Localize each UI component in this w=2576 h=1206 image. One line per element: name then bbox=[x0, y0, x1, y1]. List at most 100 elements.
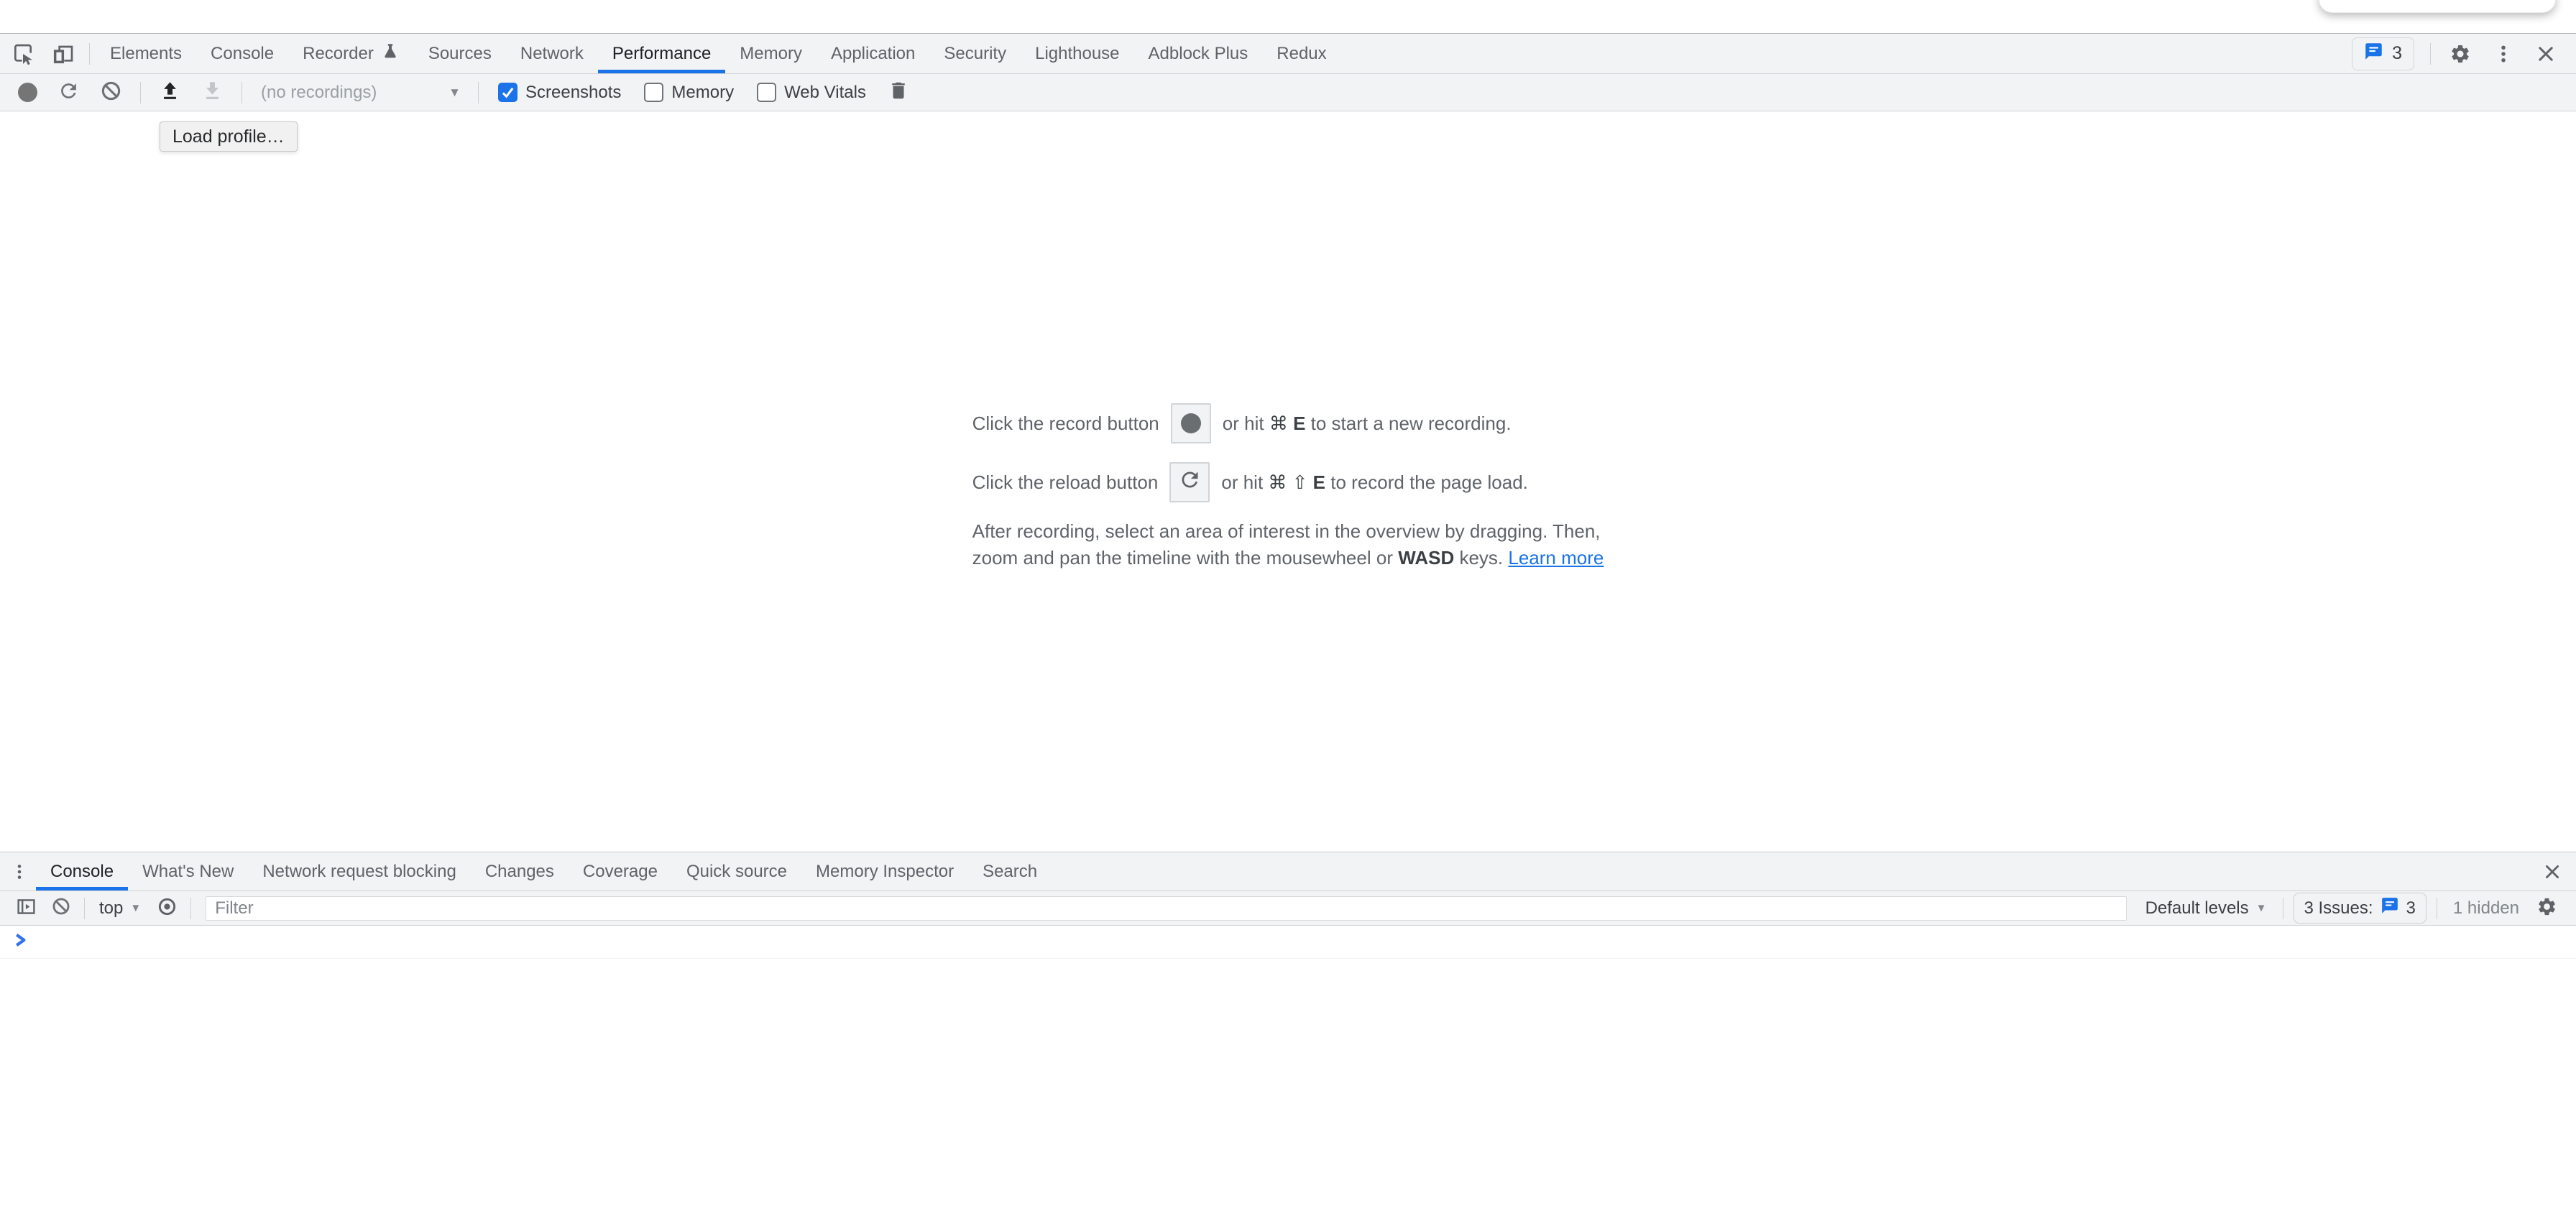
record-instruction-line: Click the record button or hit ⌘ E to st… bbox=[972, 403, 1604, 443]
issues-button[interactable]: 3 bbox=[2352, 37, 2414, 70]
reload-icon bbox=[58, 80, 80, 106]
devtools-window: Elements Console Recorder Sources Networ… bbox=[0, 0, 2576, 1206]
console-messages-area[interactable] bbox=[0, 959, 2576, 1206]
tab-label: Sources bbox=[428, 44, 492, 64]
drawer: Console What's New Network request block… bbox=[0, 852, 2576, 1206]
inspect-element-button[interactable] bbox=[0, 34, 43, 73]
filter-input[interactable] bbox=[206, 896, 2126, 921]
tab-performance[interactable]: Performance bbox=[598, 34, 725, 73]
chevron-down-icon: ▼ bbox=[130, 902, 141, 914]
devtools-tabbar: Elements Console Recorder Sources Networ… bbox=[0, 34, 2576, 74]
tab-label: Application bbox=[831, 44, 915, 64]
tab-network[interactable]: Network bbox=[506, 34, 598, 73]
tab-security[interactable]: Security bbox=[929, 34, 1021, 73]
load-profile-button[interactable] bbox=[151, 80, 189, 106]
tab-label: Adblock Plus bbox=[1149, 44, 1248, 64]
reload-icon bbox=[1178, 468, 1202, 497]
close-icon bbox=[2543, 862, 2562, 881]
tabbar-right-controls: 3 bbox=[2352, 34, 2576, 73]
paragraph-line-1: After recording, select an area of inter… bbox=[972, 518, 1604, 545]
record-button[interactable] bbox=[10, 83, 45, 102]
record-icon bbox=[1181, 413, 1201, 433]
drawer-tab-memory-inspector[interactable]: Memory Inspector bbox=[801, 852, 968, 890]
eye-icon bbox=[157, 896, 178, 921]
reload-icon-box bbox=[1169, 462, 1210, 502]
device-toolbar-icon bbox=[52, 42, 75, 65]
reload-and-record-button[interactable] bbox=[50, 80, 88, 106]
tab-application[interactable]: Application bbox=[816, 34, 929, 73]
issues-status-button[interactable]: 3 Issues: 3 bbox=[2294, 893, 2426, 924]
browser-popup-remnant bbox=[2319, 0, 2556, 13]
create-live-expression-button[interactable] bbox=[150, 896, 185, 921]
drawer-tab-console[interactable]: Console bbox=[36, 852, 128, 890]
drawer-menu-button[interactable] bbox=[0, 852, 36, 890]
delete-recordings-button[interactable] bbox=[880, 80, 917, 105]
upload-icon bbox=[159, 80, 181, 106]
drawer-tab-changes[interactable]: Changes bbox=[471, 852, 569, 890]
save-profile-button[interactable] bbox=[193, 80, 231, 106]
toolbar-divider bbox=[2430, 43, 2431, 65]
tab-elements[interactable]: Elements bbox=[96, 34, 196, 73]
tab-label: Security bbox=[944, 44, 1006, 64]
tab-label: Lighthouse bbox=[1035, 44, 1119, 64]
shift-key-glyph: ⇧ bbox=[1292, 471, 1308, 493]
performance-toolbar: (no recordings) ▼ Screenshots Memory bbox=[0, 74, 2576, 111]
tab-sources[interactable]: Sources bbox=[414, 34, 506, 73]
memory-checkbox[interactable]: Memory bbox=[644, 83, 734, 103]
tab-adblock-plus[interactable]: Adblock Plus bbox=[1134, 34, 1263, 73]
screenshots-checkbox[interactable]: Screenshots bbox=[498, 83, 621, 103]
drawer-tabbar: Console What's New Network request block… bbox=[0, 852, 2576, 891]
tab-label: Search bbox=[983, 862, 1037, 882]
devtools-settings-button[interactable] bbox=[2441, 43, 2480, 65]
close-icon bbox=[2536, 44, 2556, 64]
record-instruction-post: or hit ⌘ E to start a new recording. bbox=[1223, 413, 1512, 435]
tab-label: Performance bbox=[612, 44, 711, 64]
drawer-tab-quick-source[interactable]: Quick source bbox=[672, 852, 801, 890]
drawer-tab-network-request-blocking[interactable]: Network request blocking bbox=[248, 852, 470, 890]
load-profile-tooltip: Load profile… bbox=[160, 121, 298, 152]
tab-console[interactable]: Console bbox=[196, 34, 288, 73]
more-options-button[interactable] bbox=[2484, 43, 2523, 65]
tab-label: Redux bbox=[1276, 44, 1326, 64]
checkbox-label: Screenshots bbox=[525, 83, 621, 103]
tab-memory[interactable]: Memory bbox=[725, 34, 816, 73]
clear-console-button[interactable] bbox=[44, 896, 78, 920]
console-sidebar-button[interactable] bbox=[9, 896, 44, 921]
device-toolbar-button[interactable] bbox=[43, 34, 83, 73]
hidden-messages-count: 1 hidden bbox=[2443, 898, 2529, 919]
record-instruction-pre: Click the record button bbox=[972, 413, 1159, 435]
clear-button[interactable] bbox=[92, 80, 130, 106]
drawer-tab-search[interactable]: Search bbox=[968, 852, 1052, 890]
tab-label: Memory Inspector bbox=[816, 862, 954, 882]
drawer-tab-whats-new[interactable]: What's New bbox=[128, 852, 248, 890]
tab-recorder[interactable]: Recorder bbox=[288, 34, 414, 73]
checkbox-icon bbox=[644, 83, 663, 102]
console-sidebar-icon bbox=[16, 896, 37, 921]
javascript-context-select[interactable]: top ▼ bbox=[91, 898, 150, 919]
toolbar-divider bbox=[89, 43, 90, 65]
tab-lighthouse[interactable]: Lighthouse bbox=[1021, 34, 1133, 73]
learn-more-link[interactable]: Learn more bbox=[1508, 547, 1604, 569]
recordings-select[interactable]: (no recordings) ▼ bbox=[252, 79, 468, 106]
issues-count: 3 bbox=[2406, 898, 2416, 919]
tab-redux[interactable]: Redux bbox=[1262, 34, 1340, 73]
console-input[interactable] bbox=[0, 926, 2576, 959]
block-icon bbox=[100, 80, 122, 106]
web-vitals-checkbox[interactable]: Web Vitals bbox=[757, 83, 866, 103]
close-drawer-button[interactable] bbox=[2534, 852, 2576, 890]
tab-label: Changes bbox=[485, 862, 554, 882]
inspect-cursor-icon bbox=[12, 42, 34, 65]
paragraph-text: zoom and pan the timeline with the mouse… bbox=[972, 547, 1393, 569]
instruction-text: or hit bbox=[1221, 471, 1263, 493]
instruction-text: to start a new recording. bbox=[1311, 413, 1512, 434]
paragraph-line-2: zoom and pan the timeline with the mouse… bbox=[972, 545, 1604, 571]
close-devtools-button[interactable] bbox=[2527, 44, 2564, 64]
chat-bubble-icon bbox=[2364, 42, 2383, 66]
issues-label: 3 Issues: bbox=[2304, 898, 2373, 919]
console-settings-button[interactable] bbox=[2529, 896, 2567, 921]
instructions-paragraph: After recording, select an area of inter… bbox=[972, 518, 1604, 571]
toolbar-divider bbox=[190, 898, 191, 919]
three-dots-icon bbox=[2493, 43, 2514, 65]
log-levels-select[interactable]: Default levels ▼ bbox=[2135, 898, 2277, 919]
drawer-tab-coverage[interactable]: Coverage bbox=[569, 852, 672, 890]
